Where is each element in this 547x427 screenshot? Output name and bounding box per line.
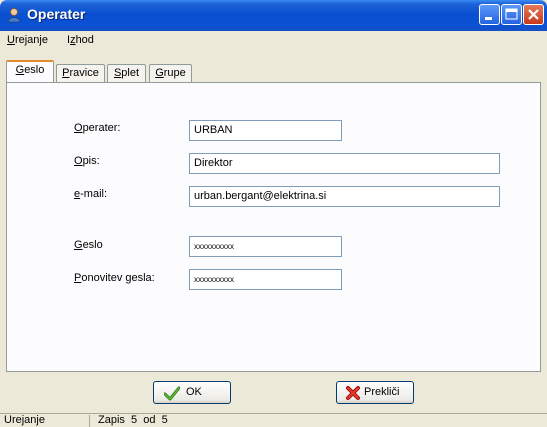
operater-label: Operater: [74, 122, 121, 134]
menu-urejanje[interactable]: Urejanje [7, 34, 48, 46]
tab-splet[interactable]: Splet [107, 64, 146, 83]
minimize-button[interactable] [479, 4, 500, 25]
close-button[interactable] [523, 4, 544, 25]
cancel-label: Prekliči [364, 386, 400, 398]
status-separator [89, 415, 90, 427]
app-icon [7, 8, 21, 23]
email-label: e-mail: [74, 188, 108, 200]
tab-pravice[interactable]: Pravice [56, 64, 105, 83]
tab-panel-geslo: Operater: URBAN Opis: Direktor e-mail: u… [6, 82, 541, 372]
opis-field[interactable]: Direktor [189, 153, 500, 174]
ok-label: OK [186, 386, 202, 398]
window-title: Operater [27, 6, 86, 22]
checkmark-icon [164, 386, 180, 401]
status-record: Zapis 5 od 5 [98, 414, 168, 426]
operater-field[interactable]: URBAN [189, 120, 342, 141]
ponovitev-gesla-label: Ponovitev gesla: [74, 272, 155, 284]
geslo-label: Geslo [74, 239, 103, 251]
tab-strip: Geslo Pravice Splet Grupe [0, 60, 547, 84]
cancel-button[interactable]: Prekliči [336, 381, 414, 404]
minimize-icon [485, 17, 492, 20]
ok-button[interactable]: OK [153, 381, 231, 404]
title-bar[interactable]: Operater [0, 0, 547, 31]
status-bar: Urejanje Zapis 5 od 5 [0, 413, 547, 427]
button-bar: OK Prekliči [6, 375, 541, 413]
menu-bar: Urejanje Izhod [0, 31, 547, 51]
close-icon [528, 9, 539, 20]
geslo-field[interactable]: xxxxxxxxxx [189, 236, 342, 257]
maximize-button[interactable] [501, 4, 522, 25]
ponovitev-gesla-field[interactable]: xxxxxxxxxx [189, 269, 342, 290]
status-mode: Urejanje [4, 414, 45, 426]
tab-geslo[interactable]: Geslo [6, 60, 54, 82]
red-x-icon [346, 386, 360, 400]
opis-label: Opis: [74, 155, 100, 167]
menu-izhod[interactable]: Izhod [67, 34, 94, 46]
maximize-icon [505, 8, 518, 20]
email-field[interactable]: urban.bergant@elektrina.si [189, 186, 500, 207]
tab-grupe[interactable]: Grupe [149, 64, 192, 83]
